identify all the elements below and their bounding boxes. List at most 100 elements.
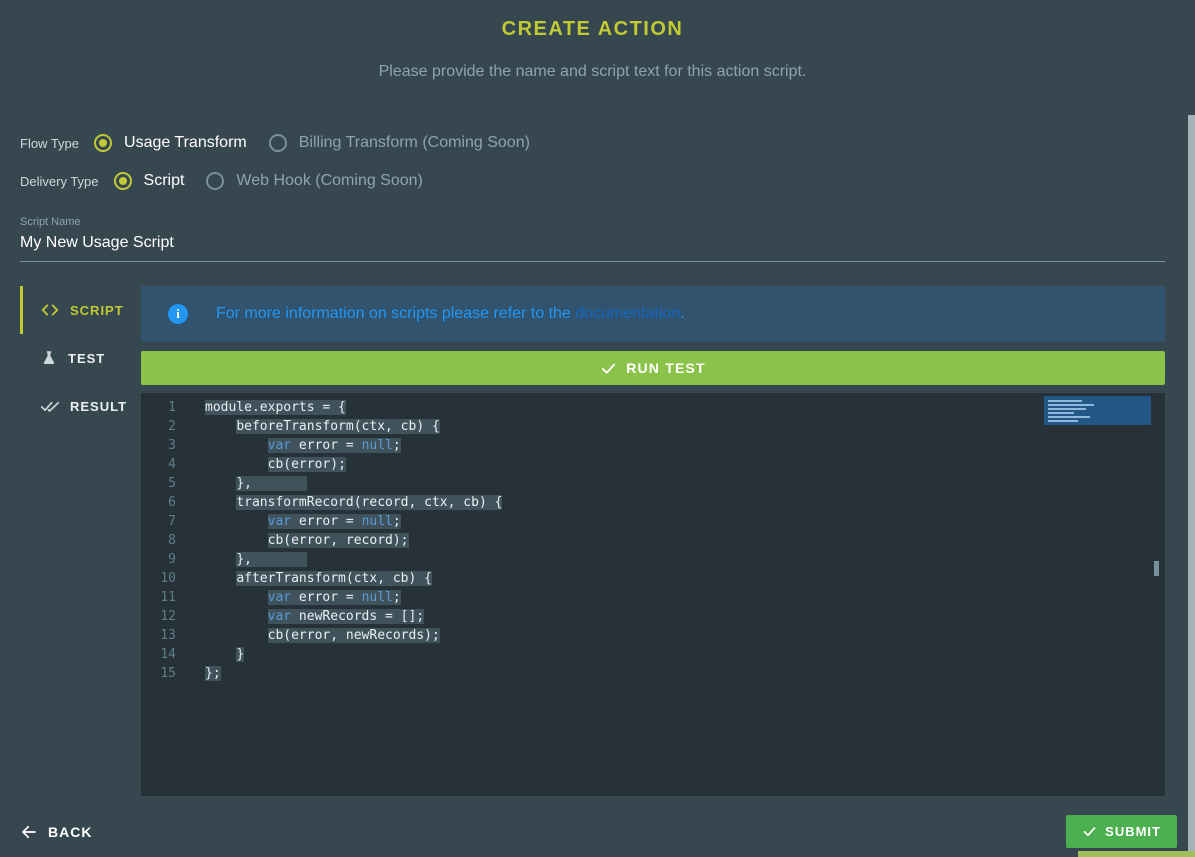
line-number: 12: [141, 607, 185, 626]
code-text: cb(error);: [185, 455, 346, 474]
code-line[interactable]: 12 var newRecords = [];: [141, 607, 1165, 626]
double-check-icon: [40, 396, 60, 416]
page-scrollbar[interactable]: [1188, 115, 1195, 857]
radio-usage-transform-label: Usage Transform: [124, 134, 247, 152]
code-text: }: [185, 645, 244, 664]
line-number: 8: [141, 531, 185, 550]
submit-button[interactable]: SUBMIT: [1066, 815, 1177, 848]
code-text: };: [185, 664, 221, 683]
code-text: },: [185, 550, 307, 569]
code-line[interactable]: 3 var error = null;: [141, 436, 1165, 455]
flask-icon: [40, 349, 58, 367]
footer: BACK SUBMIT: [20, 806, 1177, 857]
code-line[interactable]: 10 afterTransform(ctx, cb) {: [141, 569, 1165, 588]
info-banner-text: For more information on scripts please r…: [216, 305, 685, 323]
radio-unselected-icon[interactable]: [206, 172, 224, 190]
code-text: beforeTransform(ctx, cb) {: [185, 417, 440, 436]
minimap-line: [1048, 416, 1090, 418]
code-line[interactable]: 2 beforeTransform(ctx, cb) {: [141, 417, 1165, 436]
radio-unselected-icon[interactable]: [269, 134, 287, 152]
code-line[interactable]: 4 cb(error);: [141, 455, 1165, 474]
editor-scrollbar-thumb[interactable]: [1154, 561, 1159, 576]
minimap-line: [1048, 412, 1074, 414]
code-line[interactable]: 9 },: [141, 550, 1165, 569]
minimap-line: [1048, 404, 1094, 406]
create-action-page: CREATE ACTION Please provide the name an…: [0, 0, 1195, 857]
code-text: var error = null;: [185, 436, 401, 455]
radio-selected-icon[interactable]: [114, 172, 132, 190]
code-text: module.exports = {: [185, 398, 346, 417]
line-number: 6: [141, 493, 185, 512]
tab-script[interactable]: SCRIPT: [20, 286, 141, 334]
tab-result-label: RESULT: [70, 399, 127, 414]
script-name-label: Script Name: [20, 216, 1165, 228]
documentation-link[interactable]: documentation: [575, 305, 680, 322]
code-text: transformRecord(record, ctx, cb) {: [185, 493, 502, 512]
line-number: 1: [141, 398, 185, 417]
arrow-left-icon: [20, 823, 38, 841]
line-number: 4: [141, 455, 185, 474]
main-area: SCRIPT TEST RESULT i For more informatio…: [20, 286, 1165, 796]
line-number: 3: [141, 436, 185, 455]
line-number: 2: [141, 417, 185, 436]
sidebar: SCRIPT TEST RESULT: [20, 286, 141, 796]
code-text: cb(error, record);: [185, 531, 409, 550]
minimap-line: [1048, 400, 1082, 402]
code-line[interactable]: 5 },: [141, 474, 1165, 493]
code-line[interactable]: 11 var error = null;: [141, 588, 1165, 607]
run-test-label: RUN TEST: [626, 360, 706, 376]
code-line[interactable]: 6 transformRecord(record, ctx, cb) {: [141, 493, 1165, 512]
radio-usage-transform[interactable]: Usage Transform: [94, 134, 247, 152]
info-icon: i: [168, 304, 188, 324]
submit-accent-bar: [1078, 851, 1195, 857]
code-text: cb(error, newRecords);: [185, 626, 440, 645]
script-name-input[interactable]: [20, 234, 1165, 252]
radio-script-label: Script: [144, 172, 185, 190]
radio-script[interactable]: Script: [114, 172, 185, 190]
code-line[interactable]: 8 cb(error, record);: [141, 531, 1165, 550]
line-number: 14: [141, 645, 185, 664]
code-line[interactable]: 1module.exports = {: [141, 398, 1165, 417]
minimap-line: [1048, 420, 1078, 422]
minimap-line: [1048, 408, 1086, 410]
code-text: var error = null;: [185, 588, 401, 607]
line-number: 10: [141, 569, 185, 588]
info-banner: i For more information on scripts please…: [141, 286, 1165, 342]
radio-web-hook[interactable]: Web Hook (Coming Soon): [206, 172, 422, 190]
info-text: For more information on scripts please r…: [216, 305, 575, 322]
run-test-button[interactable]: RUN TEST: [141, 351, 1165, 385]
code-lines: 1module.exports = {2 beforeTransform(ctx…: [141, 398, 1165, 683]
code-line[interactable]: 14 }: [141, 645, 1165, 664]
tab-test-label: TEST: [68, 351, 105, 366]
flow-type-label: Flow Type: [20, 136, 79, 151]
submit-label: SUBMIT: [1105, 824, 1161, 839]
tab-script-label: SCRIPT: [70, 303, 124, 318]
radio-selected-icon[interactable]: [94, 134, 112, 152]
tab-test[interactable]: TEST: [20, 334, 141, 382]
script-panel: i For more information on scripts please…: [141, 286, 1165, 796]
line-number: 5: [141, 474, 185, 493]
line-number: 9: [141, 550, 185, 569]
page-subtitle: Please provide the name and script text …: [20, 63, 1165, 81]
line-number: 13: [141, 626, 185, 645]
delivery-type-label: Delivery Type: [20, 174, 99, 189]
radio-billing-transform[interactable]: Billing Transform (Coming Soon): [269, 134, 530, 152]
check-icon: [1082, 824, 1097, 839]
code-icon: [40, 300, 60, 320]
code-line[interactable]: 13 cb(error, newRecords);: [141, 626, 1165, 645]
line-number: 15: [141, 664, 185, 683]
code-text: },: [185, 474, 307, 493]
code-editor[interactable]: 1module.exports = {2 beforeTransform(ctx…: [141, 393, 1165, 796]
code-line[interactable]: 15};: [141, 664, 1165, 683]
code-text: var error = null;: [185, 512, 401, 531]
code-text: afterTransform(ctx, cb) {: [185, 569, 432, 588]
code-line[interactable]: 7 var error = null;: [141, 512, 1165, 531]
radio-web-hook-label: Web Hook (Coming Soon): [236, 172, 422, 190]
info-text-suffix: .: [680, 305, 684, 322]
radio-billing-transform-label: Billing Transform (Coming Soon): [299, 134, 530, 152]
delivery-type-row: Delivery Type Script Web Hook (Coming So…: [20, 172, 1165, 190]
tab-result[interactable]: RESULT: [20, 382, 141, 430]
editor-minimap[interactable]: [1044, 396, 1151, 425]
check-icon: [600, 360, 617, 377]
back-button[interactable]: BACK: [20, 823, 92, 841]
